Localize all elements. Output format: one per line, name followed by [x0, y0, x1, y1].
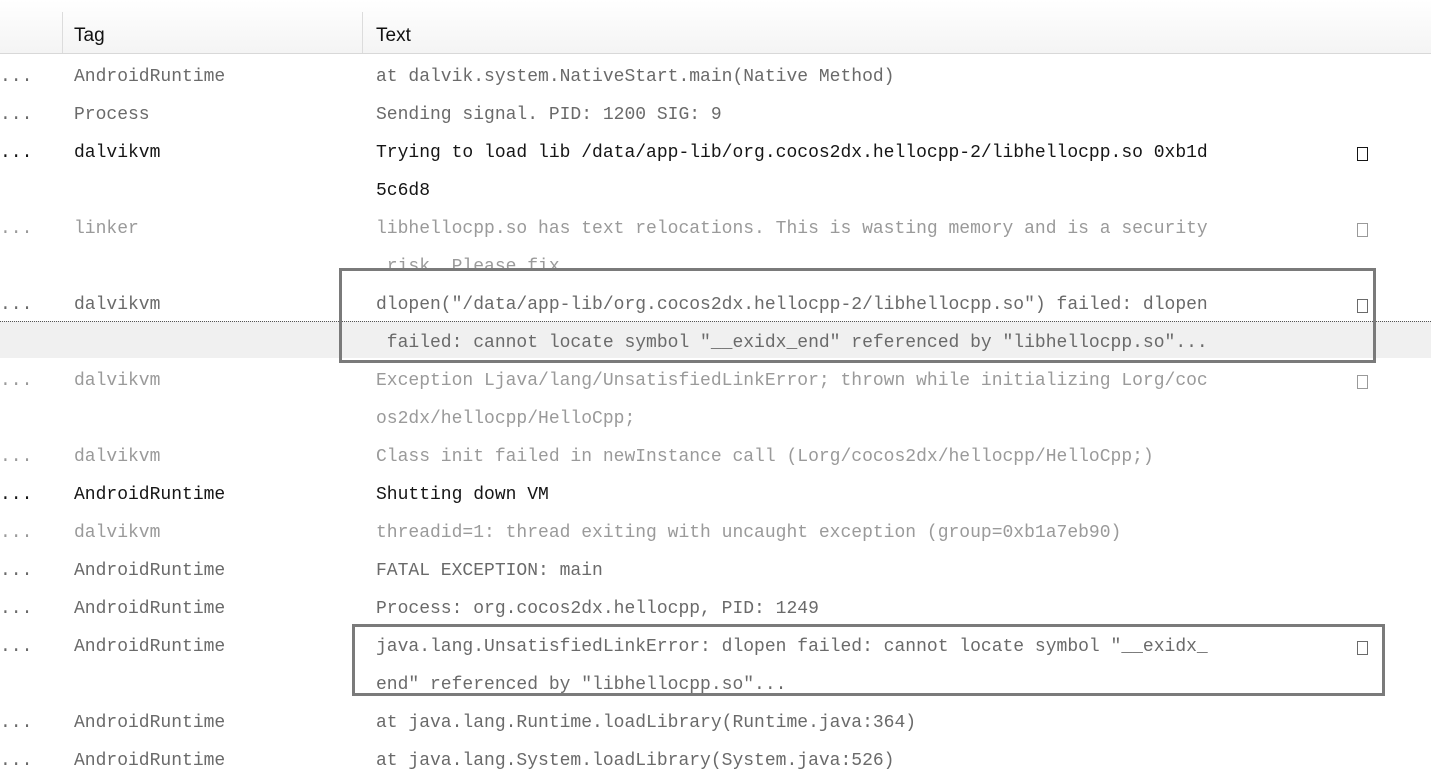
log-row[interactable]: ... AndroidRuntime FATAL EXCEPTION: main: [0, 552, 1431, 590]
log-level: ...: [0, 485, 33, 505]
log-tag: dalvikvm: [74, 295, 161, 315]
log-row[interactable]: ... AndroidRuntime at java.lang.Runtime.lo…: [0, 704, 1431, 742]
line-wrap-icon: [1357, 375, 1368, 389]
log-text: Sending signal. PID: 1200 SIG: 9: [376, 105, 722, 125]
log-level: ...: [0, 713, 33, 733]
log-text: threadid=1: thread exiting with uncaught…: [376, 523, 1122, 543]
log-tag: AndroidRuntime: [74, 67, 226, 87]
log-row[interactable]: ... dalvikvm threadid=1: thread exiting wi…: [0, 514, 1431, 552]
log-tag: Process: [74, 105, 150, 125]
log-tag: dalvikvm: [74, 371, 161, 391]
log-tag: dalvikvm: [74, 447, 161, 467]
line-wrap-icon: [1357, 147, 1368, 161]
log-level: ...: [0, 523, 33, 543]
log-level: ...: [0, 751, 33, 771]
log-tag: dalvikvm: [74, 143, 161, 163]
log-text: at java.lang.Runtime.loadLibrary(Runtime…: [376, 713, 917, 733]
log-text: libhellocpp.so has text relocations. Thi…: [376, 219, 1208, 239]
log-tag: AndroidRuntime: [74, 751, 226, 771]
log-text: at dalvik.system.NativeStart.main(Native…: [376, 67, 895, 87]
log-level: ...: [0, 371, 33, 391]
log-row[interactable]: ... Process Sending signal. PID: 1200 SIG:…: [0, 96, 1431, 134]
log-level: ...: [0, 143, 33, 163]
log-level: ...: [0, 295, 33, 315]
log-row[interactable]: ... AndroidRuntime at java.lang.System.loa…: [0, 742, 1431, 780]
log-level: ...: [0, 219, 33, 239]
log-level: ...: [0, 599, 33, 619]
log-text: at java.lang.System.loadLibrary(System.j…: [376, 751, 895, 771]
log-row[interactable]: ... AndroidRuntime Process: org.cocos2dx.h…: [0, 590, 1431, 628]
line-wrap-icon: [1357, 223, 1368, 237]
log-level: ...: [0, 105, 33, 125]
log-row[interactable]: ... AndroidRuntime at dalvik.system.Native…: [0, 58, 1431, 96]
highlight-box: [352, 624, 1385, 696]
log-text: 5c6d8: [376, 181, 431, 201]
log-tag: dalvikvm: [74, 523, 161, 543]
log-text: FATAL EXCEPTION: main: [376, 561, 603, 581]
log-tag: AndroidRuntime: [74, 561, 226, 581]
log-level: ...: [0, 67, 33, 87]
log-text: Shutting down VM: [376, 485, 549, 505]
log-level: ...: [0, 447, 33, 467]
log-tag: linker: [74, 219, 139, 239]
highlight-box: [339, 268, 1376, 363]
log-level: ...: [0, 637, 33, 657]
log-text: Class init failed in newInstance call (L…: [376, 447, 1154, 467]
log-text: Exception Ljava/lang/UnsatisfiedLinkErro…: [376, 371, 1208, 391]
log-text: Trying to load lib /data/app-lib/org.coc…: [376, 143, 1208, 163]
log-row[interactable]: ... dalvikvm Exception Ljava/lang/Unsatisf…: [0, 362, 1431, 438]
log-text: os2dx/hellocpp/HelloCpp;: [376, 409, 636, 429]
log-row[interactable]: ... dalvikvm Trying to load lib /data/app-…: [0, 134, 1431, 210]
log-row[interactable]: ... AndroidRuntime Shutting down VM: [0, 476, 1431, 514]
log-level: ...: [0, 561, 33, 581]
log-text: Process: org.cocos2dx.hellocpp, PID: 124…: [376, 599, 819, 619]
log-tag: AndroidRuntime: [74, 599, 226, 619]
log-tag: AndroidRuntime: [74, 637, 226, 657]
log-tag: AndroidRuntime: [74, 713, 226, 733]
log-tag: AndroidRuntime: [74, 485, 226, 505]
log-row[interactable]: ... dalvikvm Class init failed in newInsta…: [0, 438, 1431, 476]
